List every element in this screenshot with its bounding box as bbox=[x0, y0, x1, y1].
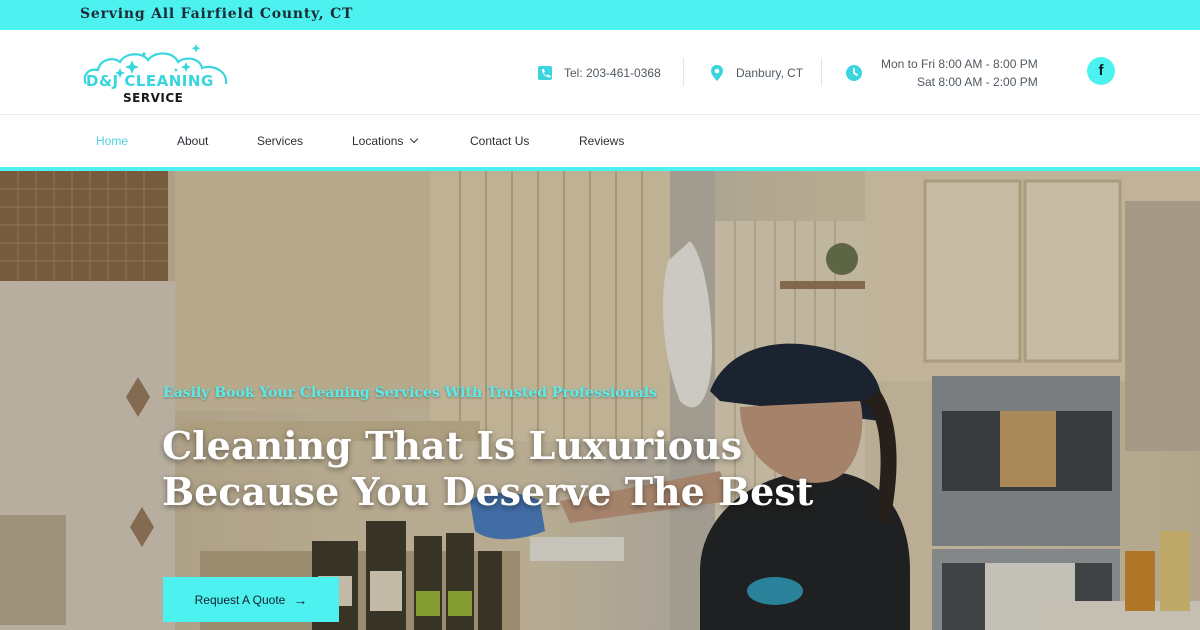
chevron-down-icon bbox=[410, 134, 419, 144]
divider bbox=[821, 58, 822, 86]
arrow-right-icon: → bbox=[293, 591, 308, 608]
nav-services[interactable]: Services bbox=[257, 134, 303, 148]
request-quote-button[interactable]: Request A Quote → bbox=[163, 577, 339, 622]
phone-icon bbox=[538, 65, 552, 80]
phone-number: Tel: 203-461-0368 bbox=[564, 65, 661, 80]
site-logo[interactable]: D&J CLEANING SERVICE bbox=[80, 40, 232, 106]
logo-title: D&J CLEANING bbox=[86, 72, 214, 90]
nav-reviews[interactable]: Reviews bbox=[579, 134, 624, 148]
hero-heading: Cleaning That Is Luxurious Because You D… bbox=[162, 423, 922, 515]
hero-heading-line2: Because You Deserve The Best bbox=[162, 469, 814, 514]
hours-saturday: Sat 8:00 AM - 2:00 PM bbox=[917, 74, 1038, 89]
business-hours: Mon to Fri 8:00 AM - 8:00 PM Sat 8:00 AM… bbox=[845, 30, 1038, 115]
nav-home[interactable]: Home bbox=[96, 134, 128, 148]
facebook-icon[interactable]: f bbox=[1087, 57, 1115, 85]
location-text: Danbury, CT bbox=[736, 65, 804, 80]
nav-about[interactable]: About bbox=[177, 134, 208, 148]
divider bbox=[683, 58, 684, 86]
hero-kicker: Easily Book Your Cleaning Services With … bbox=[163, 385, 657, 401]
clock-icon bbox=[846, 64, 862, 81]
phone-contact[interactable]: Tel: 203-461-0368 bbox=[536, 30, 661, 115]
location-pin-icon bbox=[711, 64, 723, 81]
logo-subtitle: SERVICE bbox=[123, 91, 184, 105]
site-header: D&J CLEANING SERVICE Tel: 203-461-0368 D… bbox=[0, 30, 1200, 115]
hours-lines: Mon to Fri 8:00 AM - 8:00 PM Sat 8:00 AM… bbox=[881, 55, 1038, 91]
main-navigation: Home About Services Locations Contact Us… bbox=[0, 116, 1200, 168]
nav-locations-label: Locations bbox=[352, 134, 404, 148]
hero-heading-line1: Cleaning That Is Luxurious bbox=[162, 423, 743, 468]
service-area-tagline: Serving All Fairfield County, CT bbox=[80, 6, 354, 22]
hero-banner: Easily Book Your Cleaning Services With … bbox=[0, 171, 1200, 630]
top-announcement-bar: Serving All Fairfield County, CT bbox=[0, 0, 1200, 30]
request-quote-label: Request A Quote bbox=[194, 592, 286, 607]
nav-locations[interactable]: Locations bbox=[352, 134, 419, 148]
nav-contact[interactable]: Contact Us bbox=[470, 134, 529, 148]
hours-weekday: Mon to Fri 8:00 AM - 8:00 PM bbox=[881, 56, 1038, 71]
location-contact: Danbury, CT bbox=[708, 30, 803, 115]
